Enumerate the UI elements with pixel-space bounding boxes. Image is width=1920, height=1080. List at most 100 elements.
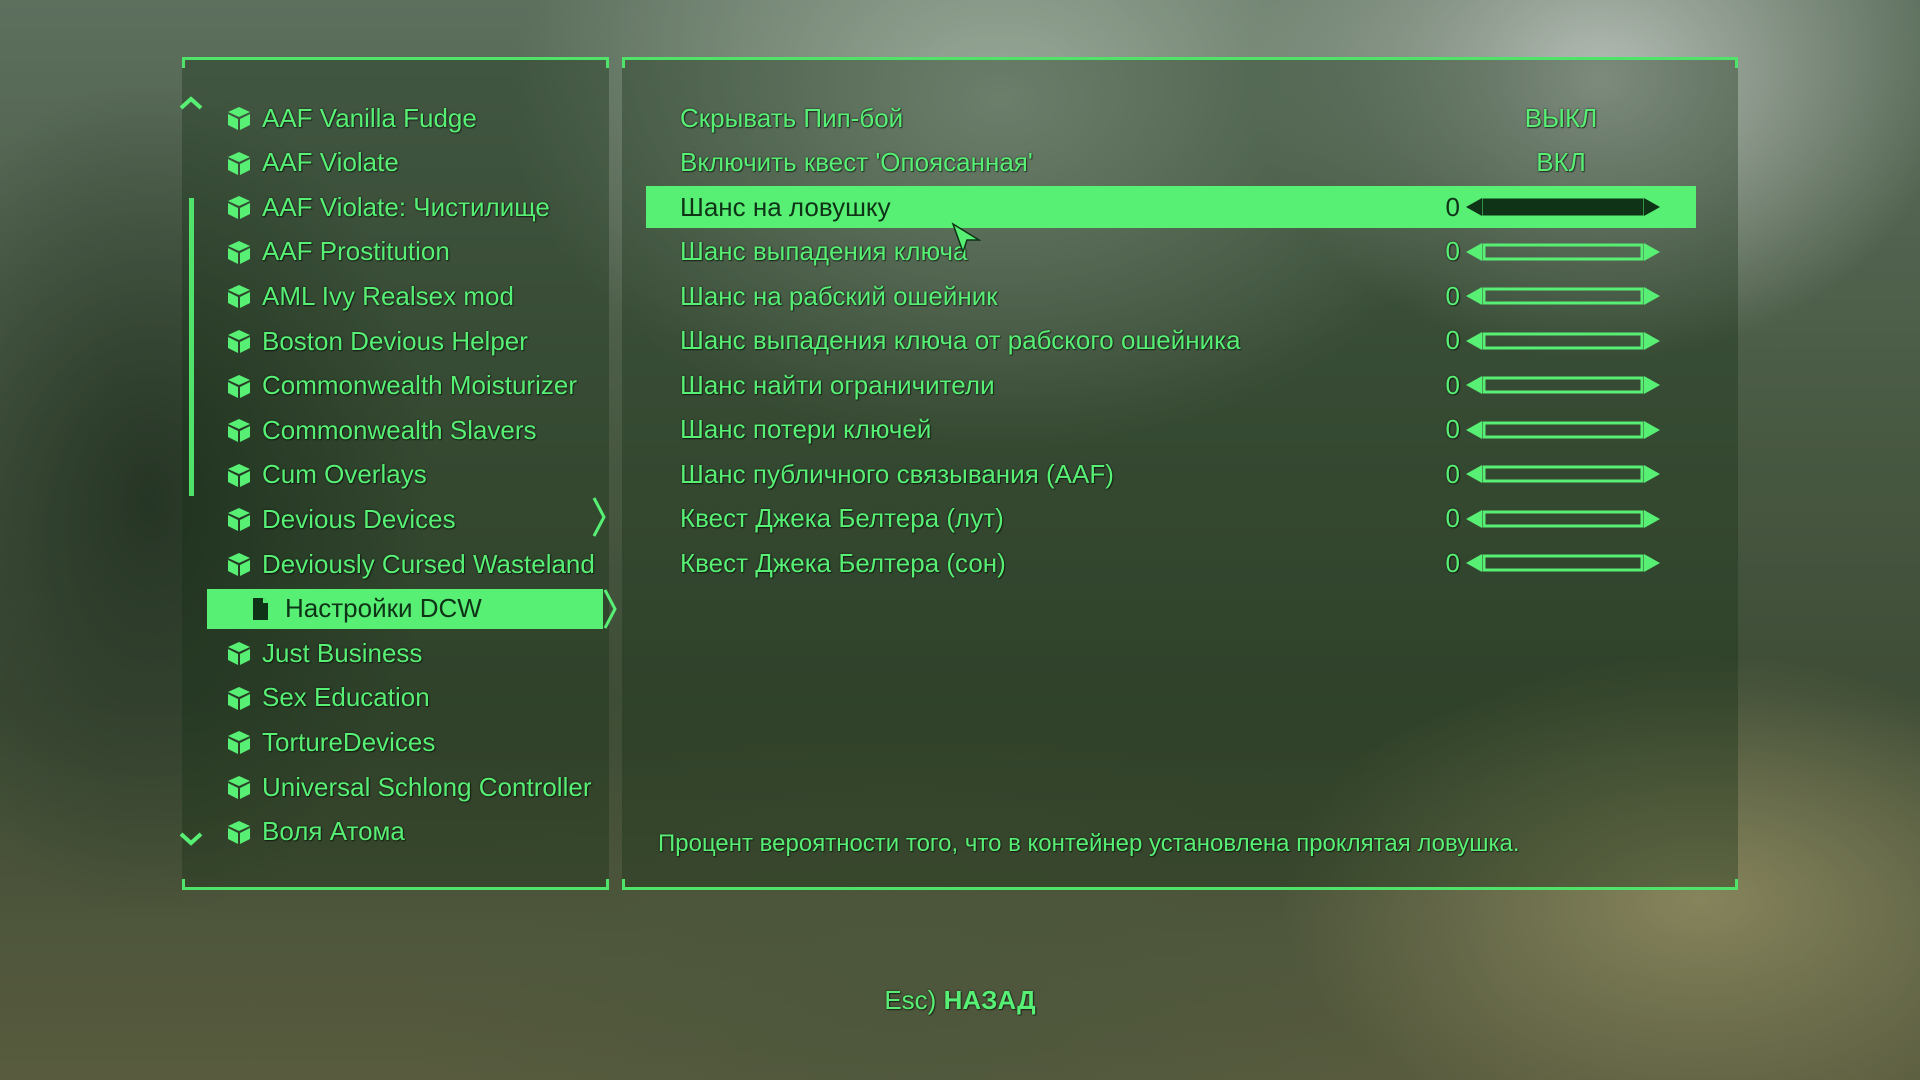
box-icon (226, 640, 252, 666)
slider[interactable] (1464, 507, 1662, 531)
setting-row[interactable]: Шанс на ловушку 0 (646, 186, 1696, 228)
scroll-up-icon[interactable] (178, 94, 204, 112)
scroll-down-icon[interactable] (178, 830, 204, 848)
box-icon (226, 150, 252, 176)
chevron-right-icon (603, 588, 617, 629)
slider-value: 0 (1445, 503, 1460, 533)
box-icon (226, 506, 252, 532)
mod-list-item-label: AAF Violate (262, 147, 399, 178)
box-icon (226, 685, 252, 711)
setting-row[interactable]: Квест Джека Белтера (лут) 0 (646, 498, 1696, 540)
slider-value: 0 (1445, 191, 1460, 222)
slider-value: 0 (1445, 280, 1460, 311)
slider[interactable] (1464, 284, 1662, 308)
mod-list-item[interactable]: Devious Devices (226, 499, 456, 539)
mod-list-item-label: AAF Vanilla Fudge (262, 102, 477, 133)
box-icon (226, 551, 252, 577)
setting-row[interactable]: Шанс выпадения ключа от рабского ошейник… (646, 320, 1696, 362)
mod-list-item[interactable]: Commonwealth Slavers (226, 410, 537, 450)
box-icon (226, 239, 252, 265)
setting-row[interactable]: Шанс найти ограничители 0 (646, 364, 1696, 406)
mod-list-item[interactable]: TortureDevices (226, 722, 435, 762)
setting-label: Шанс на ловушку (680, 191, 891, 222)
mod-list-item[interactable]: Настройки DCW (207, 588, 617, 629)
mod-list-item-label: Just Business (262, 637, 423, 668)
scrollbar-thumb[interactable] (189, 198, 194, 496)
slider[interactable] (1464, 195, 1662, 219)
slider[interactable] (1464, 240, 1662, 264)
mod-list-item[interactable]: AML Ivy Realsex mod (226, 276, 514, 316)
slider-value: 0 (1445, 236, 1460, 266)
setting-label: Шанс потери ключей (680, 414, 932, 444)
box-icon (226, 283, 252, 309)
mod-list-item[interactable]: AAF Prostitution (226, 232, 450, 272)
mod-list-item-label: AML Ivy Realsex mod (262, 280, 514, 311)
setting-label: Скрывать Пип-бой (680, 102, 904, 133)
mouse-cursor-icon (951, 222, 981, 254)
setting-row[interactable]: Квест Джека Белтера (сон) 0 (646, 542, 1696, 584)
slider-value: 0 (1445, 369, 1460, 400)
setting-row[interactable]: Шанс потери ключей 0 (646, 409, 1696, 451)
mod-list-item-label: Настройки DCW (285, 593, 482, 624)
setting-label: Шанс выпадения ключа от рабского ошейник… (680, 325, 1241, 355)
setting-label: Шанс публичного связывания (AAF) (680, 458, 1114, 489)
slider-value: 0 (1445, 458, 1460, 489)
box-icon (226, 417, 252, 443)
mod-list-item[interactable]: AAF Vanilla Fudge (226, 98, 477, 138)
setting-row[interactable]: Шанс выпадения ключа 0 (646, 231, 1696, 273)
toggle-value[interactable]: ВЫКЛ (1506, 103, 1616, 134)
mod-list-item-label: Deviously Cursed Wasteland (262, 548, 595, 579)
box-icon (226, 194, 252, 220)
setting-row[interactable]: Шанс публичного связывания (AAF) 0 (646, 453, 1696, 495)
mod-list-item-label: TortureDevices (262, 726, 436, 757)
slider[interactable] (1464, 329, 1662, 353)
slider[interactable] (1464, 551, 1662, 575)
slider[interactable] (1464, 418, 1662, 442)
mod-list-item-label: Devious Devices (262, 503, 456, 534)
toggle-value[interactable]: ВКЛ (1506, 147, 1616, 178)
mod-list-item-label: Commonwealth Moisturizer (262, 370, 577, 401)
document-icon (247, 596, 273, 622)
mod-list-item[interactable]: Воля Атома (226, 812, 405, 852)
setting-label: Шанс на рабский ошейник (680, 280, 998, 311)
back-label: НАЗАД (943, 985, 1036, 1015)
setting-label: Квест Джека Белтера (лут) (680, 503, 1004, 533)
box-icon (226, 328, 252, 354)
setting-label: Шанс выпадения ключа (680, 236, 968, 266)
mod-list-item-label: Boston Devious Helper (262, 325, 528, 356)
mod-list-item[interactable]: Just Business (226, 633, 422, 673)
slider[interactable] (1464, 462, 1662, 486)
mod-list-item-label: Commonwealth Slavers (262, 414, 537, 445)
mod-list-item-label: AAF Violate: Чистилище (262, 191, 550, 222)
box-icon (226, 373, 252, 399)
setting-description: Процент вероятности того, что в контейне… (658, 830, 1520, 857)
setting-row[interactable]: Скрывать Пип-бой ВЫКЛ (646, 97, 1696, 139)
mod-list-item[interactable]: AAF Violate (226, 143, 399, 183)
back-key: Esc) (884, 985, 937, 1015)
setting-row[interactable]: Шанс на рабский ошейник 0 (646, 275, 1696, 317)
box-icon (226, 105, 252, 131)
setting-label: Квест Джека Белтера (сон) (680, 547, 1006, 578)
mod-list-item-label: Cum Overlays (262, 459, 427, 490)
slider[interactable] (1464, 373, 1662, 397)
setting-label: Шанс найти ограничители (680, 369, 995, 400)
mod-list-item[interactable]: Boston Devious Helper (226, 321, 528, 361)
box-icon (226, 819, 252, 845)
back-hint[interactable]: Esc) НАЗАД (0, 985, 1920, 1016)
setting-label: Включить квест 'Опоясанная' (680, 147, 1033, 177)
setting-row[interactable]: Включить квест 'Опоясанная' ВКЛ (646, 142, 1696, 184)
mod-list-item-label: AAF Prostitution (262, 236, 450, 267)
mod-list-item[interactable]: Sex Education (226, 678, 430, 718)
mod-list-item-label: Sex Education (262, 682, 430, 713)
box-icon (226, 774, 252, 800)
mod-list-item[interactable]: Deviously Cursed Wasteland (226, 544, 595, 584)
mod-list-item[interactable]: AAF Violate: Чистилище (226, 187, 550, 227)
mod-list-item[interactable]: Commonwealth Moisturizer (226, 366, 577, 406)
box-icon (226, 462, 252, 488)
slider-value: 0 (1445, 547, 1460, 578)
mod-list-item[interactable]: Universal Schlong Controller (226, 767, 591, 807)
slider-value: 0 (1445, 325, 1460, 355)
mod-list-item[interactable]: Cum Overlays (226, 455, 427, 495)
box-icon (226, 729, 252, 755)
slider-value: 0 (1445, 414, 1460, 444)
